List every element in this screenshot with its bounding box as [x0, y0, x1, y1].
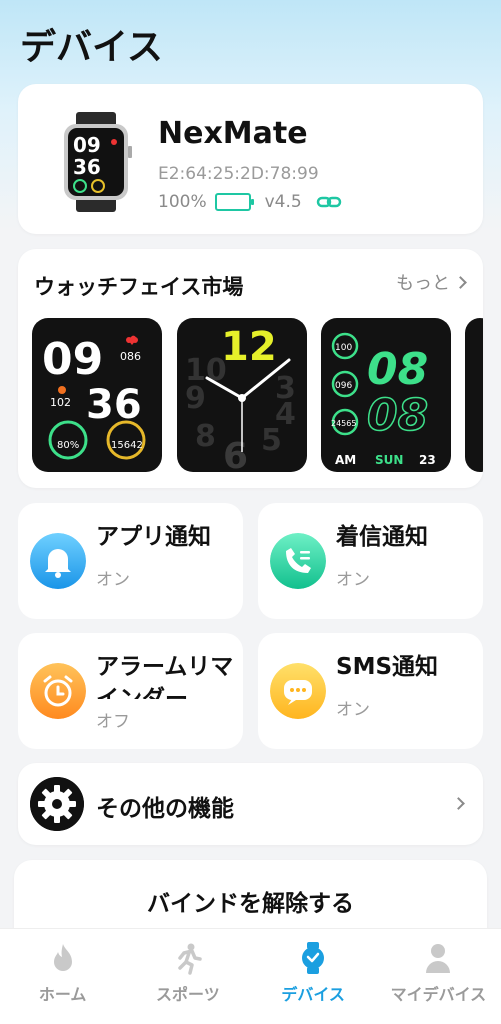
- device-card[interactable]: 09 36 NexMate E2:64:25:2D:78:99 100% v4.…: [18, 84, 483, 234]
- app-notification-status: オン: [96, 570, 130, 590]
- gear-icon: [30, 777, 84, 831]
- battery-percent: 100%: [158, 192, 207, 212]
- svg-text:12: 12: [221, 324, 277, 370]
- alarm-reminder-tile[interactable]: アラームリマインダー オフ: [18, 633, 243, 749]
- other-features-label: その他の機能: [96, 796, 234, 822]
- nav-sports[interactable]: スポーツ: [125, 929, 250, 1024]
- nav-sports-label: スポーツ: [156, 985, 220, 1004]
- chat-bubble-icon: [270, 663, 326, 719]
- watch-face-market-card: ウォッチフェイス市場 もっと 09 36 086 102 80% 15642 1…: [18, 249, 483, 488]
- watch-face-more-link[interactable]: もっと: [396, 269, 467, 295]
- link-icon: [316, 196, 341, 208]
- svg-text:36: 36: [73, 155, 101, 179]
- svg-text:8: 8: [195, 419, 216, 454]
- sms-notification-status: オン: [336, 700, 370, 720]
- svg-text:5: 5: [261, 423, 282, 458]
- device-mac-address: E2:64:25:2D:78:99: [158, 164, 319, 184]
- alarm-reminder-status: オフ: [96, 712, 130, 732]
- chevron-right-icon: [452, 797, 465, 810]
- svg-text:36: 36: [86, 382, 142, 428]
- app-notification-tile[interactable]: アプリ通知 オン: [18, 503, 243, 619]
- call-notification-tile[interactable]: 着信通知 オン: [258, 503, 483, 619]
- nav-device[interactable]: デバイス: [251, 929, 376, 1024]
- svg-text:09: 09: [73, 133, 101, 157]
- firmware-version: v4.5: [264, 192, 302, 212]
- svg-text:9: 9: [185, 381, 206, 416]
- svg-text:24565: 24565: [331, 419, 356, 428]
- alarm-reminder-label: アラームリマインダー: [96, 654, 234, 699]
- watch-face-4-partial[interactable]: [465, 318, 483, 472]
- svg-text:23: 23: [419, 453, 436, 467]
- watch-face-2[interactable]: 10 9 3 4 8 6 5 12: [177, 318, 307, 472]
- more-label: もっと: [396, 273, 450, 294]
- nav-my-device-label: マイデバイス: [390, 985, 487, 1004]
- watch-face-market-title: ウォッチフェイス市場: [34, 275, 244, 299]
- chevron-right-icon: [454, 275, 467, 289]
- svg-text:AM: AM: [335, 453, 356, 467]
- app-notification-label: アプリ通知: [96, 524, 211, 550]
- call-notification-label: 着信通知: [336, 524, 428, 550]
- smartwatch-icon: [302, 942, 325, 974]
- watch-face-1[interactable]: 09 36 086 102 80% 15642: [32, 318, 162, 472]
- svg-text:096: 096: [335, 381, 352, 391]
- battery-icon: [214, 193, 254, 211]
- smartwatch-image: 09 36: [64, 112, 132, 212]
- unbind-label: バインドを解除する: [147, 891, 354, 917]
- device-name: NexMate: [158, 116, 308, 151]
- svg-text:102: 102: [50, 396, 71, 409]
- runner-icon: [178, 943, 202, 975]
- flame-icon: [53, 944, 72, 971]
- svg-text:15642: 15642: [111, 440, 143, 451]
- svg-text:086: 086: [120, 350, 141, 363]
- page-title: デバイス: [20, 27, 163, 68]
- svg-text:09: 09: [42, 334, 103, 385]
- svg-text:100: 100: [335, 343, 352, 353]
- svg-text:08: 08: [367, 344, 428, 395]
- svg-text:SUN: SUN: [375, 453, 403, 467]
- alarm-clock-icon: [30, 663, 86, 719]
- watch-face-3[interactable]: 100 096 24565 08 08 AM SUN 23: [321, 318, 451, 472]
- call-notification-status: オン: [336, 570, 370, 590]
- svg-text:08: 08: [367, 390, 428, 441]
- sms-notification-label: SMS通知: [336, 654, 439, 680]
- nav-my-device[interactable]: マイデバイス: [376, 929, 501, 1024]
- nav-home-label: ホーム: [38, 985, 87, 1004]
- phone-icon: [270, 533, 326, 589]
- svg-text:6: 6: [223, 436, 248, 472]
- other-features-row[interactable]: その他の機能: [18, 763, 483, 845]
- device-status-row: 100% v4.5: [158, 192, 342, 212]
- nav-device-label: デバイス: [281, 985, 345, 1004]
- bottom-navigation: ホーム スポーツ デバイス マイデバイス: [0, 928, 501, 1024]
- person-icon: [426, 944, 451, 973]
- nav-home[interactable]: ホーム: [0, 929, 125, 1024]
- sms-notification-tile[interactable]: SMS通知 オン: [258, 633, 483, 749]
- device-page: デバイス 09 36 NexMate E2:64:25:2D:78:99 100…: [0, 0, 501, 1024]
- svg-text:80%: 80%: [57, 440, 79, 451]
- bell-icon: [30, 533, 86, 589]
